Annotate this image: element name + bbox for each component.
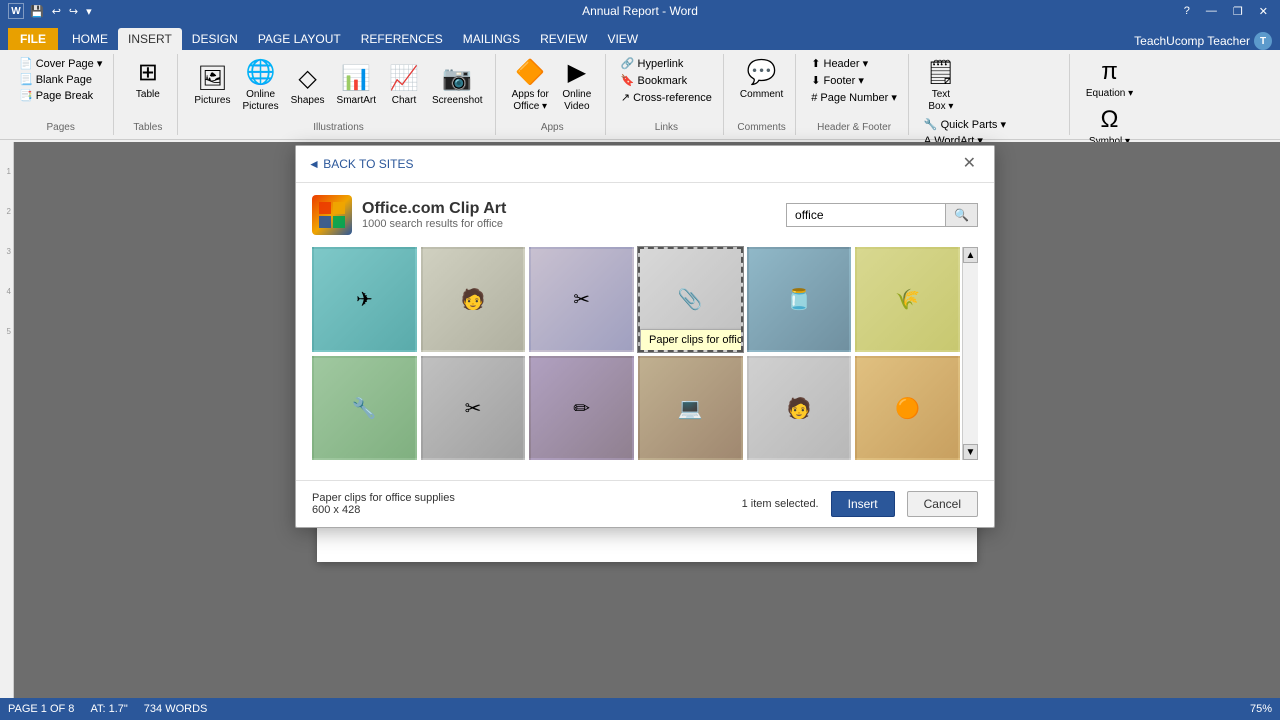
selected-count: 1 item selected. bbox=[742, 498, 819, 510]
image-cell-7[interactable]: 🔧 bbox=[312, 356, 417, 461]
image-cell-8[interactable]: ✂ bbox=[421, 356, 526, 461]
word-count: 734 WORDS bbox=[144, 703, 208, 715]
image-cell-4[interactable]: 📎 Paper clips for office supplies bbox=[638, 247, 743, 352]
office-logo bbox=[312, 195, 352, 235]
clipart-header: Office.com Clip Art 1000 search results … bbox=[312, 195, 978, 235]
img-1-placeholder: ✈ bbox=[314, 249, 415, 350]
img-10-placeholder: 💻 bbox=[640, 358, 741, 459]
img-3-placeholder: ✂ bbox=[531, 249, 632, 350]
search-btn[interactable]: 🔍 bbox=[946, 203, 978, 227]
back-to-sites-link[interactable]: ◄ BACK TO SITES bbox=[308, 157, 413, 171]
image-cell-3[interactable]: ✂ bbox=[529, 247, 634, 352]
dialog-footer: Paper clips for office supplies 600 x 42… bbox=[296, 480, 994, 527]
image-scrollbar[interactable]: ▲ ▼ bbox=[962, 247, 978, 460]
image-cell-1[interactable]: ✈ bbox=[312, 247, 417, 352]
image-cell-12[interactable]: 🟠 bbox=[855, 356, 960, 461]
image-grid: ✈ 🧑 ✂ 📎 Paper clips for office supplies bbox=[312, 247, 960, 460]
image-cell-10[interactable]: 💻 bbox=[638, 356, 743, 461]
img-5-placeholder: 🫙 bbox=[749, 249, 850, 350]
item-dimensions: 600 x 428 bbox=[312, 504, 455, 516]
zoom-level: 75% bbox=[1250, 703, 1272, 715]
img-8-placeholder: ✂ bbox=[423, 358, 524, 459]
scroll-up-btn[interactable]: ▲ bbox=[963, 247, 978, 263]
search-area: 🔍 bbox=[786, 203, 978, 227]
dialog-header: ◄ BACK TO SITES ✕ bbox=[296, 146, 994, 183]
image-scroll-area: ✈ 🧑 ✂ 📎 Paper clips for office supplies bbox=[312, 247, 978, 460]
scroll-down-btn[interactable]: ▼ bbox=[963, 444, 978, 460]
image-cell-11[interactable]: 🧑 bbox=[747, 356, 852, 461]
img-7-placeholder: 🔧 bbox=[314, 358, 415, 459]
img-12-placeholder: 🟠 bbox=[857, 358, 958, 459]
search-input[interactable] bbox=[786, 203, 946, 227]
item-name: Paper clips for office supplies bbox=[312, 492, 455, 504]
footer-info: Paper clips for office supplies 600 x 42… bbox=[312, 492, 455, 516]
clipart-dialog: ◄ BACK TO SITES ✕ Office bbox=[295, 145, 995, 528]
selected-tooltip: Paper clips for office supplies bbox=[640, 329, 743, 351]
cancel-button[interactable]: Cancel bbox=[907, 491, 978, 517]
img-11-placeholder: 🧑 bbox=[749, 358, 850, 459]
status-bar: PAGE 1 OF 8 AT: 1.7" 734 WORDS 75% bbox=[0, 698, 1280, 720]
footer-actions: 1 item selected. Insert Cancel bbox=[742, 491, 978, 517]
insert-button[interactable]: Insert bbox=[831, 491, 895, 517]
img-2-placeholder: 🧑 bbox=[423, 249, 524, 350]
clipart-title: Office.com Clip Art bbox=[362, 200, 506, 218]
at-info: AT: 1.7" bbox=[90, 703, 127, 715]
dialog-overlay: ◄ BACK TO SITES ✕ Office bbox=[0, 0, 1280, 720]
page-info: PAGE 1 OF 8 bbox=[8, 703, 74, 715]
img-9-placeholder: ✏ bbox=[531, 358, 632, 459]
clipart-subtitle: 1000 search results for office bbox=[362, 218, 506, 230]
dialog-close-btn[interactable]: ✕ bbox=[957, 154, 982, 174]
status-right: 75% bbox=[1250, 703, 1272, 715]
image-cell-6[interactable]: 🌾 bbox=[855, 247, 960, 352]
image-cell-9[interactable]: ✏ bbox=[529, 356, 634, 461]
image-cell-5[interactable]: 🫙 bbox=[747, 247, 852, 352]
scroll-track bbox=[963, 263, 978, 444]
image-cell-2[interactable]: 🧑 bbox=[421, 247, 526, 352]
img-6-placeholder: 🌾 bbox=[857, 249, 958, 350]
dialog-body: Office.com Clip Art 1000 search results … bbox=[296, 183, 994, 480]
